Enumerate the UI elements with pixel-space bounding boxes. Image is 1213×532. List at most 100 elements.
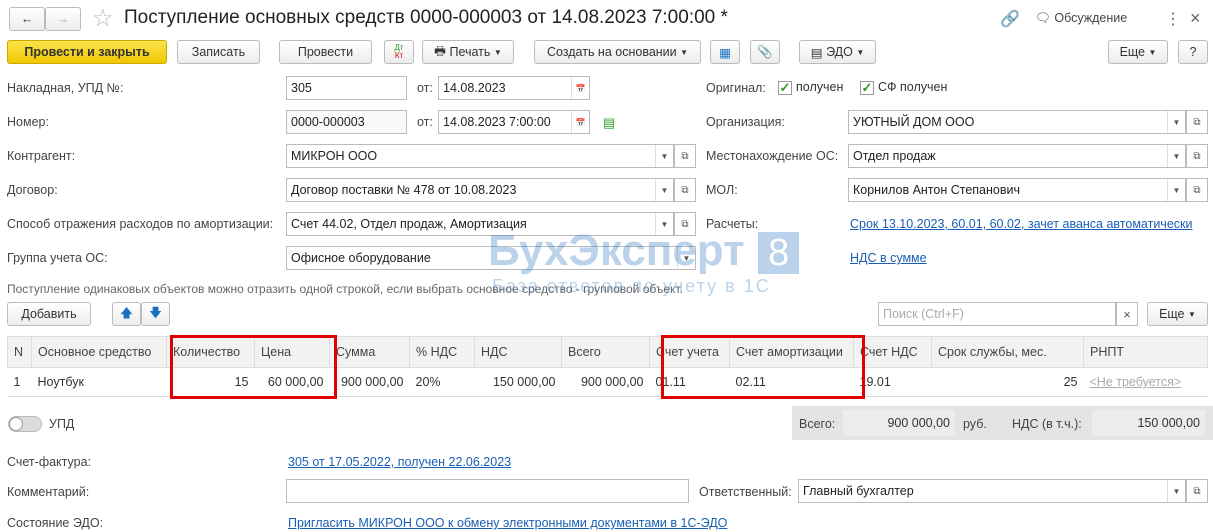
open-icon[interactable]: ⧉: [674, 178, 696, 202]
chevron-down-icon[interactable]: ▼: [1167, 179, 1185, 201]
open-icon[interactable]: ⧉: [1186, 144, 1208, 168]
amortization-input[interactable]: Счет 44.02, Отдел продаж, Амортизация ▼: [286, 212, 674, 236]
edo-icon: ▤: [810, 45, 827, 60]
cell-vat-rate[interactable]: 20%: [409, 367, 475, 397]
received-checkbox[interactable]: ✓ получен: [778, 80, 843, 95]
post-and-close-button[interactable]: Провести и закрыть: [7, 40, 167, 64]
sf-received-checkbox[interactable]: ✓ СФ получен: [860, 80, 947, 95]
counterparty-input[interactable]: МИКРОН ООО ▼: [286, 144, 674, 168]
chevron-down-icon[interactable]: ▼: [655, 145, 673, 167]
number-date-value: 14.08.2023 7:00:00: [443, 115, 551, 129]
counterparty-label: Контрагент:: [7, 149, 76, 163]
col-n[interactable]: N: [7, 336, 32, 368]
structure-icon[interactable]: ▦: [710, 40, 740, 64]
number-date-input[interactable]: 14.08.2023 7:00:00 📅: [438, 110, 590, 134]
discussion-button[interactable]: 🗨 Обсуждение: [1035, 11, 1127, 26]
contract-value: Договор поставки № 478 от 10.08.2023: [291, 183, 517, 197]
col-total[interactable]: Всего: [561, 336, 650, 368]
chevron-down-icon[interactable]: ▼: [1167, 111, 1185, 133]
invoice-number-input[interactable]: 305: [286, 76, 407, 100]
number-input[interactable]: 0000-000003: [286, 110, 407, 134]
settlements-link[interactable]: Срок 13.10.2023, 60.01, 60.02, зачет ава…: [850, 217, 1192, 231]
responsible-label: Ответственный:: [699, 485, 792, 499]
chevron-down-icon[interactable]: ▼: [1167, 145, 1185, 167]
clear-search-icon[interactable]: ×: [1116, 302, 1138, 326]
move-up-button[interactable]: 🡅: [112, 302, 141, 326]
col-rnpt[interactable]: РНПТ: [1083, 336, 1208, 368]
edo-button[interactable]: ▤ ЭДО ▼: [799, 40, 876, 64]
cell-total[interactable]: 900 000,00: [561, 367, 650, 397]
dt-kt-button[interactable]: Дт Кт: [384, 40, 414, 64]
table-more-button[interactable]: Еще ▼: [1147, 302, 1208, 326]
col-vat-rate[interactable]: % НДС: [409, 336, 475, 368]
print-label: Печать: [449, 45, 491, 59]
cell-rnpt[interactable]: <Не требуется>: [1083, 367, 1208, 397]
responsible-input[interactable]: Главный бухгалтер ▼: [798, 479, 1186, 503]
open-icon[interactable]: ⧉: [674, 144, 696, 168]
calendar-icon[interactable]: 📅: [571, 77, 589, 99]
comment-input[interactable]: [286, 479, 689, 503]
group-select[interactable]: Офисное оборудование ▼: [286, 246, 696, 270]
cell-asset[interactable]: Ноутбук: [31, 367, 167, 397]
col-service-life[interactable]: Срок службы, мес.: [931, 336, 1084, 368]
open-icon[interactable]: ⧉: [1186, 479, 1208, 503]
search-input[interactable]: Поиск (Ctrl+F): [878, 302, 1116, 326]
chat-icon: 🗨: [1035, 11, 1051, 25]
cell-n[interactable]: 1: [7, 367, 32, 397]
chevron-down-icon[interactable]: ▼: [677, 247, 695, 269]
sf-link[interactable]: 305 от 17.05.2022, получен 22.06.2023: [288, 455, 511, 469]
status-icon[interactable]: ▤: [603, 115, 615, 131]
responsible-value: Главный бухгалтер: [803, 484, 914, 498]
move-down-button[interactable]: 🡇: [141, 302, 170, 326]
back-button[interactable]: ←: [9, 7, 45, 31]
edo-state-label: Состояние ЭДО:: [7, 516, 104, 530]
upd-toggle[interactable]: [8, 416, 42, 432]
add-button[interactable]: Добавить: [7, 302, 91, 326]
search-placeholder: Поиск (Ctrl+F): [883, 307, 964, 321]
forward-button[interactable]: →: [45, 7, 81, 31]
open-icon[interactable]: ⧉: [1186, 110, 1208, 134]
create-based-on-button[interactable]: Создать на основании ▼: [534, 40, 701, 64]
contract-input[interactable]: Договор поставки № 478 от 10.08.2023 ▼: [286, 178, 674, 202]
col-vat-account[interactable]: Счет НДС: [853, 336, 932, 368]
close-icon[interactable]: ×: [1190, 8, 1201, 29]
cell-vat[interactable]: 150 000,00: [474, 367, 562, 397]
checkmark-icon: ✓: [778, 79, 792, 95]
printer-icon: 🖶: [434, 43, 450, 58]
sf-label: Счет-фактура:: [7, 455, 92, 469]
menu-icon[interactable]: ⋮: [1165, 9, 1181, 29]
comment-label: Комментарий:: [7, 485, 90, 499]
org-label: Организация:: [706, 115, 785, 129]
print-button[interactable]: 🖶 Печать ▼: [422, 40, 514, 64]
cell-sum[interactable]: 900 000,00: [329, 367, 410, 397]
chevron-down-icon[interactable]: ▼: [1167, 480, 1185, 502]
currency-label: руб.: [963, 417, 987, 431]
open-icon[interactable]: ⧉: [674, 212, 696, 236]
invoice-label: Накладная, УПД №:: [7, 81, 124, 95]
mol-input[interactable]: Корнилов Антон Степанович ▼: [848, 178, 1186, 202]
more-button[interactable]: Еще ▼: [1108, 40, 1168, 64]
col-asset[interactable]: Основное средство: [31, 336, 167, 368]
cell-vat-account[interactable]: 19.01: [853, 367, 932, 397]
col-sum[interactable]: Сумма: [329, 336, 410, 368]
location-input[interactable]: Отдел продаж ▼: [848, 144, 1186, 168]
chevron-down-icon[interactable]: ▼: [655, 179, 673, 201]
favorite-star-icon[interactable]: ☆: [92, 4, 114, 33]
counterparty-value: МИКРОН ООО: [291, 149, 378, 163]
calendar-icon[interactable]: 📅: [571, 111, 589, 133]
group-label: Группа учета ОС:: [7, 251, 108, 265]
cell-service-life[interactable]: 25: [931, 367, 1084, 397]
open-icon[interactable]: ⧉: [1186, 178, 1208, 202]
total-value: 900 000,00: [843, 410, 955, 436]
col-vat[interactable]: НДС: [474, 336, 562, 368]
attachment-icon[interactable]: 📎: [750, 40, 780, 64]
post-button[interactable]: Провести: [279, 40, 372, 64]
link-icon[interactable]: 🔗: [1000, 9, 1020, 29]
edo-invite-link[interactable]: Пригласить МИКРОН ООО к обмену электронн…: [288, 516, 727, 530]
org-input[interactable]: УЮТНЫЙ ДОМ ООО ▼: [848, 110, 1186, 134]
help-button[interactable]: ?: [1178, 40, 1208, 64]
save-button[interactable]: Записать: [177, 40, 260, 64]
vat-in-sum-link[interactable]: НДС в сумме: [850, 251, 927, 265]
invoice-date-input[interactable]: 14.08.2023 📅: [438, 76, 590, 100]
chevron-down-icon[interactable]: ▼: [655, 213, 673, 235]
